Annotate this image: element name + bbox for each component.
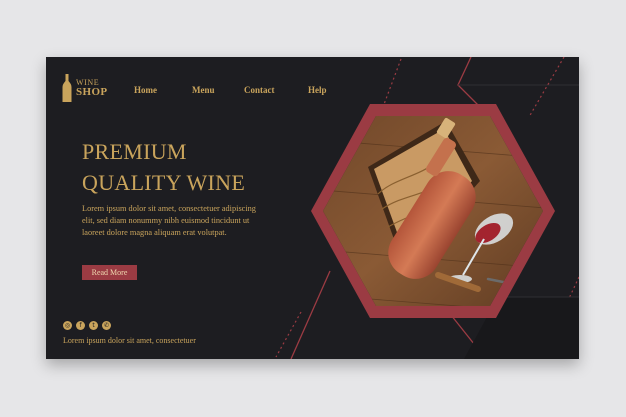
hero-title: PREMIUM QUALITY WINE [82, 136, 245, 198]
instagram-icon[interactable]: ◎ [63, 321, 72, 330]
hero-title-line-2: QUALITY WINE [82, 170, 246, 195]
twitter-icon[interactable]: t [89, 321, 98, 330]
hero-title-line-1: PREMIUM [82, 139, 187, 164]
footer-text: Lorem ipsum dolor sit amet, consectetuer [63, 336, 196, 345]
logo-line-2: SHOP [76, 85, 108, 98]
facebook-icon[interactable]: f [76, 321, 85, 330]
nav-item-home[interactable]: Home [134, 85, 157, 95]
wine-bottle-icon [62, 74, 72, 102]
whatsapp-icon[interactable]: ✆ [102, 321, 111, 330]
logo-text: WINE SHOP [76, 78, 108, 98]
read-more-button[interactable]: Read More [82, 265, 137, 280]
nav-item-menu[interactable]: Menu [192, 85, 215, 95]
social-links: ◎ f t ✆ [63, 321, 111, 330]
hero-description: Lorem ipsum dolor sit amet, consectetuer… [82, 204, 256, 238]
hexagon-product-photo [311, 104, 555, 318]
wine-shop-logo[interactable]: WINE SHOP [62, 74, 108, 102]
landing-card: WINE SHOP Home Menu Contact Help PREMIUM… [46, 57, 579, 359]
nav-item-contact[interactable]: Contact [244, 85, 275, 95]
nav-item-help[interactable]: Help [308, 85, 327, 95]
